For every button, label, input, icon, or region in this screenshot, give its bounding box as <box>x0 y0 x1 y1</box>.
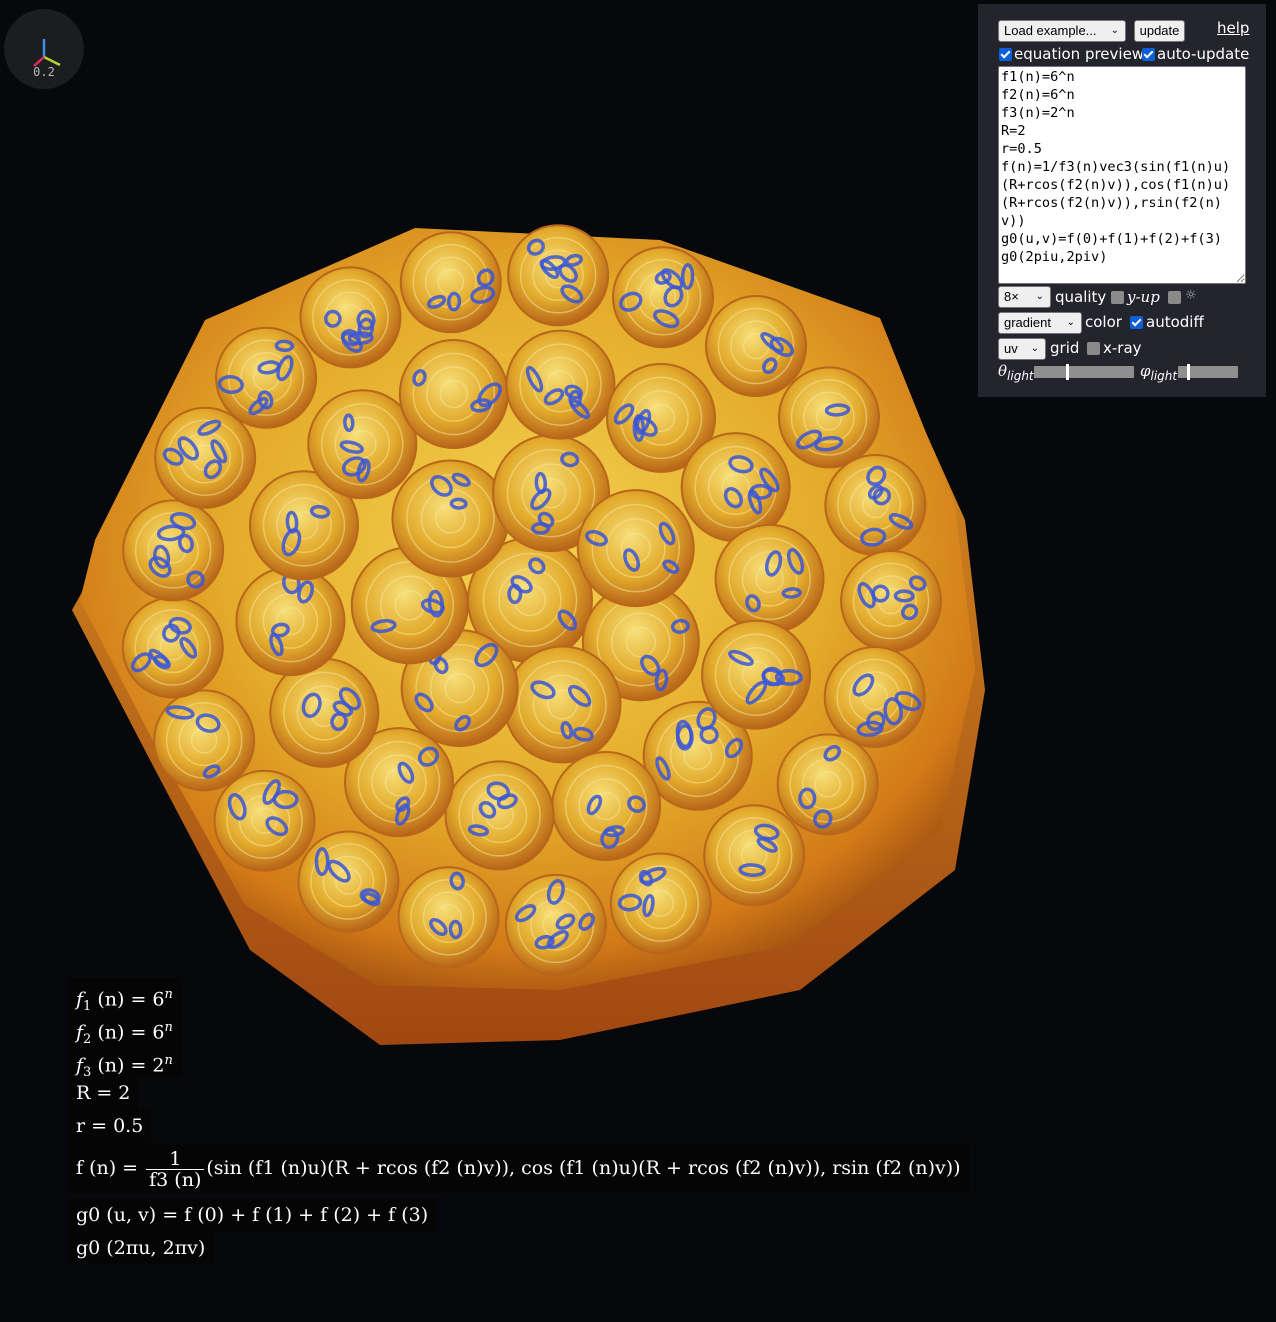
chevron-down-icon: ⌄ <box>1035 291 1044 302</box>
update-button[interactable]: update <box>1134 20 1185 42</box>
x-ray-label: x-ray <box>1103 339 1142 357</box>
y-up-text: y-up <box>1127 288 1160 306</box>
eq-sup: n <box>164 1053 173 1068</box>
surface-bump <box>503 645 622 764</box>
equation-g0-call: g0 (2πu, 2πv) <box>68 1232 214 1265</box>
color-select[interactable]: gradient ⌄ <box>998 312 1082 334</box>
theta-light-slider[interactable] <box>1034 364 1134 380</box>
surface-bump <box>701 619 812 730</box>
phi-subscript: light <box>1150 369 1178 383</box>
y-up-checkbox[interactable] <box>1111 291 1124 304</box>
surface-bump <box>391 459 510 578</box>
auto-update-checkbox[interactable] <box>1142 48 1155 61</box>
eq-f-lhs: f (n) = <box>76 1157 139 1179</box>
surface-bump <box>398 339 509 450</box>
eq-f-rhs: (sin (f1 (n)u)(R + rcos (f2 (n)v)), cos … <box>206 1157 961 1179</box>
surface-bump <box>121 596 224 699</box>
autodiff-label: autodiff <box>1146 313 1204 331</box>
equation-editor[interactable]: f1(n)=6^n f2(n)=6^n f3(n)=2^n R=2 r=0.5 … <box>998 66 1246 284</box>
equation-preview-checkbox[interactable] <box>999 48 1012 61</box>
quality-value: 8× <box>1004 289 1019 304</box>
eq-rhs: (n) = 6 <box>97 1021 165 1044</box>
surface-bump <box>576 489 695 608</box>
grid-select[interactable]: uv ⌄ <box>998 338 1046 360</box>
chevron-down-icon: ⌄ <box>1066 317 1075 328</box>
equation-f2: f2 (n) = 6n <box>68 1011 181 1047</box>
equation-g0-def: g0 (u, v) = f (0) + f (1) + f (2) + f (3… <box>68 1199 437 1232</box>
theta-light-label: θlight <box>998 362 1034 383</box>
chevron-down-icon: ⌄ <box>1110 25 1119 36</box>
eq-numerator: 1 <box>146 1149 205 1170</box>
surface-bump <box>399 231 502 334</box>
surface-bump <box>777 366 880 469</box>
eq-sup: n <box>164 1020 173 1035</box>
theta-subscript: light <box>1007 369 1034 383</box>
axis-x-line <box>43 55 61 67</box>
theta-slider-thumb[interactable] <box>1065 364 1069 380</box>
load-example-value: Load example... <box>1004 23 1097 38</box>
equation-f: f (n) = 1 f3 (n) (sin (f1 (n)u)(R + rcos… <box>68 1143 969 1193</box>
equation-R: R = 2 <box>68 1077 139 1110</box>
equation-preview-label: equation preview <box>1014 45 1145 63</box>
surface-bump <box>235 566 346 677</box>
sun-checkbox[interactable] <box>1168 291 1181 304</box>
x-ray-checkbox[interactable] <box>1087 342 1100 355</box>
autodiff-checkbox[interactable] <box>1130 316 1143 329</box>
surface-bump <box>824 454 927 557</box>
surface-bump <box>213 769 316 872</box>
quality-label: quality <box>1055 288 1107 306</box>
axis-gizmo[interactable]: 0.2 <box>4 9 84 89</box>
quality-select[interactable]: 8× ⌄ <box>998 286 1051 308</box>
grid-label: grid <box>1050 339 1080 357</box>
eq-denominator: f3 (n) <box>149 1168 202 1191</box>
surface-bump <box>714 523 825 634</box>
color-value: gradient <box>1004 315 1051 330</box>
y-up-label: y-up <box>1127 288 1160 306</box>
equation-r: r = 0.5 <box>68 1110 152 1143</box>
eq-fraction: 1 f3 (n) <box>146 1149 205 1191</box>
auto-update-label: auto-update <box>1157 45 1250 63</box>
phi-symbol: φ <box>1140 362 1151 380</box>
equation-f1: f1 (n) = 6n <box>68 978 181 1014</box>
surface-bump <box>823 645 926 748</box>
eq-fname: f <box>76 1021 84 1044</box>
load-example-select[interactable]: Load example... ⌄ <box>998 20 1126 42</box>
grid-value: uv <box>1004 341 1018 356</box>
phi-slider-thumb[interactable] <box>1187 364 1191 380</box>
phi-light-label: φlight <box>1140 362 1177 383</box>
surface-bump <box>611 246 714 349</box>
eq-fname: f <box>76 1054 84 1077</box>
surface-bump <box>505 329 616 440</box>
eq-sup: n <box>164 987 173 1002</box>
sun-icon: ☼ <box>1185 288 1197 303</box>
phi-light-slider[interactable] <box>1178 364 1238 380</box>
surface-bump <box>444 760 555 871</box>
surface-bump <box>299 266 402 369</box>
eq-rhs: (n) = 6 <box>97 988 165 1011</box>
zoom-level: 0.2 <box>33 65 55 79</box>
surface-bump <box>154 406 257 509</box>
chevron-down-icon: ⌄ <box>1030 343 1039 354</box>
surface-bump <box>397 866 500 969</box>
eq-fname: f <box>76 988 84 1011</box>
surface-bump <box>703 804 806 907</box>
eq-rhs: (n) = 2 <box>97 1054 165 1077</box>
help-link[interactable]: help <box>1217 19 1249 37</box>
equation-f3: f3 (n) = 2n <box>68 1044 181 1080</box>
surface-bump <box>840 550 943 653</box>
color-label: color <box>1085 313 1122 331</box>
theta-symbol: θ <box>998 362 1008 380</box>
